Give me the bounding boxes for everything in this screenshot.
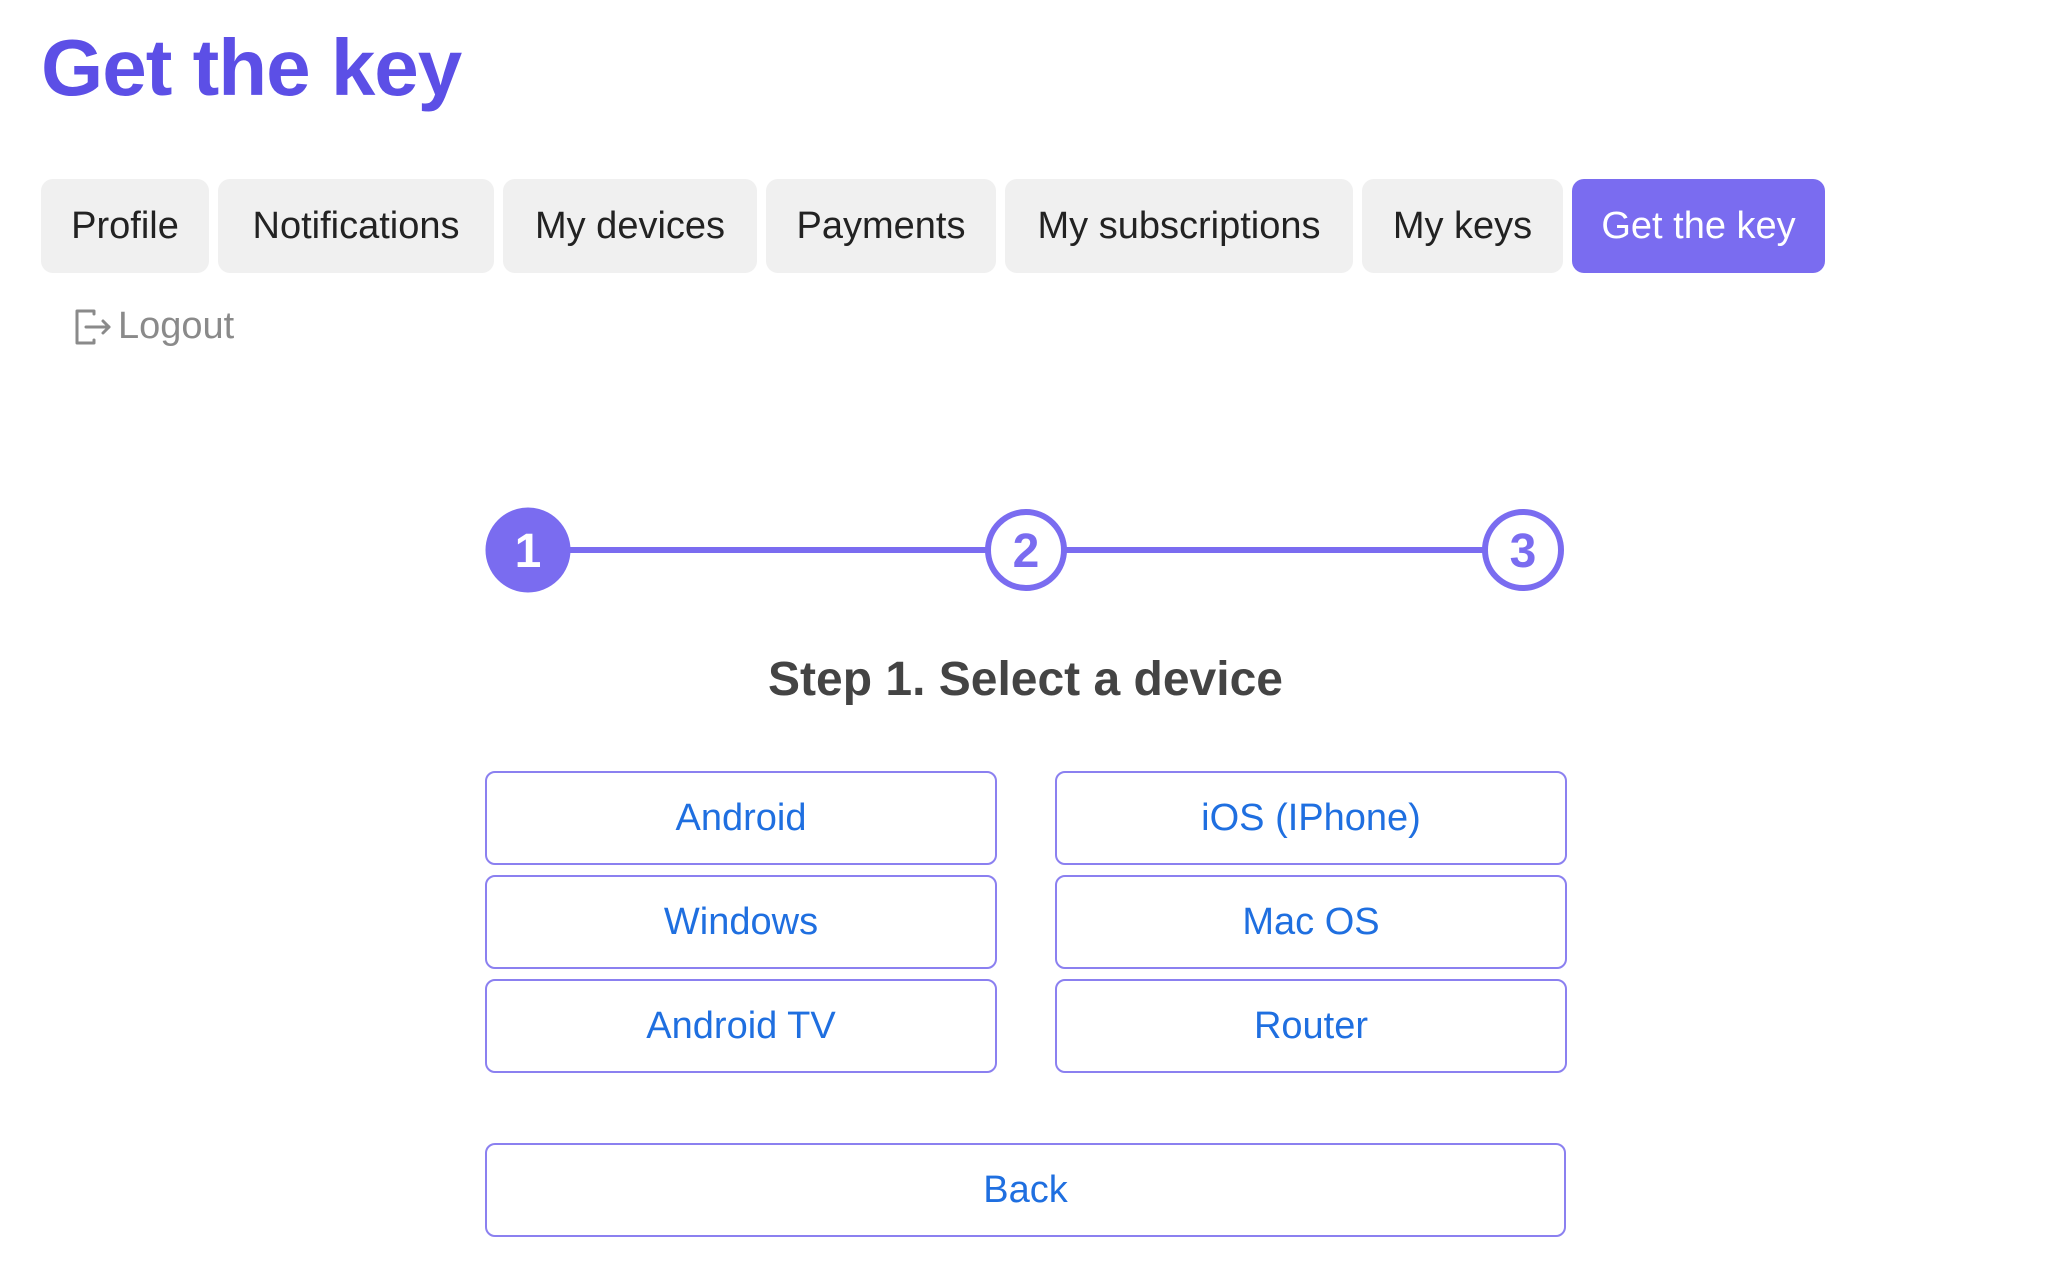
tab-payments[interactable]: Payments [766,179,996,273]
device-android-button[interactable]: Android [485,771,997,865]
device-ios-button[interactable]: iOS (IPhone) [1055,771,1567,865]
logout-link[interactable]: Logout [72,305,234,348]
tab-my-subscriptions[interactable]: My subscriptions [1005,179,1353,273]
step-3-number: 3 [1510,525,1537,578]
tab-my-keys[interactable]: My keys [1362,179,1563,273]
page-title: Get the key [41,23,462,112]
step-2-number: 2 [1013,525,1040,578]
tab-my-devices[interactable]: My devices [503,179,757,273]
logout-label: Logout [118,305,235,347]
device-router-button[interactable]: Router [1055,979,1567,1073]
back-button[interactable]: Back [485,1143,1566,1237]
tab-profile[interactable]: Profile [41,179,209,273]
tab-notifications[interactable]: Notifications [218,179,494,273]
step-title: Step 1. Select a device [768,653,1283,706]
device-macos-button[interactable]: Mac OS [1055,875,1567,969]
logout-icon [72,306,114,348]
device-windows-button[interactable]: Windows [485,875,997,969]
step-1-number: 1 [515,525,542,578]
device-android-tv-button[interactable]: Android TV [485,979,997,1073]
progress-stepper: 1 2 3 [485,507,1566,593]
account-tabs: Profile Notifications My devices Payment… [41,179,1825,273]
tab-get-the-key[interactable]: Get the key [1572,179,1825,273]
